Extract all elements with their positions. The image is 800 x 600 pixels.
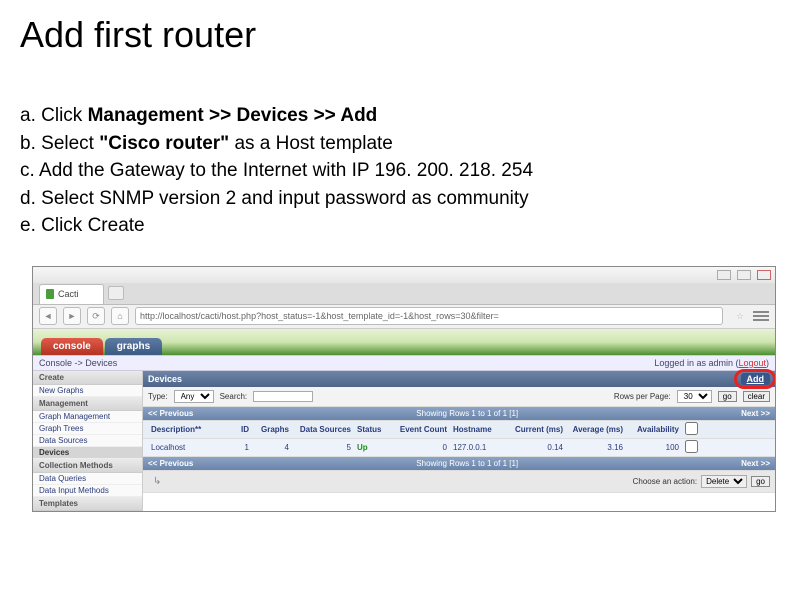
filter-search-label: Search: [220, 392, 248, 401]
bookmark-icon[interactable]: ☆ [733, 309, 747, 323]
filter-type-select[interactable]: Any [174, 390, 214, 403]
pager-next[interactable]: Next >> [741, 409, 770, 418]
col-event-count[interactable]: Event Count [394, 425, 450, 434]
browser-tabstrip: Cacti [33, 283, 775, 305]
breadcrumb-bar: Console -> Devices Logged in as admin (L… [33, 355, 775, 371]
new-tab-button[interactable] [108, 286, 124, 300]
cell-hostname: 127.0.0.1 [450, 443, 506, 452]
pager-prev-bottom[interactable]: << Previous [148, 459, 193, 468]
col-current[interactable]: Current (ms) [506, 425, 566, 434]
pager-top: << Previous Showing Rows 1 to 1 of 1 [1]… [143, 407, 775, 421]
reload-button[interactable]: ⟳ [87, 307, 105, 325]
panel-header: Devices Add [143, 371, 775, 387]
close-button[interactable] [757, 270, 771, 280]
main-panel: Devices Add Type: Any Search: Rows per P… [143, 371, 775, 511]
tab-console[interactable]: console [41, 338, 103, 355]
sidebar-header-collection: Collection Methods [33, 459, 142, 473]
pager-prev[interactable]: << Previous [148, 409, 193, 418]
sidebar-item-new-graphs[interactable]: New Graphs [33, 385, 142, 397]
window-titlebar [33, 267, 775, 283]
select-all-checkbox[interactable] [685, 422, 698, 435]
col-data-sources[interactable]: Data Sources [292, 425, 354, 434]
col-average[interactable]: Average (ms) [566, 425, 626, 434]
col-id[interactable]: ID [228, 425, 252, 434]
col-status[interactable]: Status [354, 425, 394, 434]
cell-current: 0.14 [506, 443, 566, 452]
browser-window: Cacti ◄ ► ⟳ ⌂ http://localhost/cacti/hos… [32, 266, 776, 512]
add-device-link[interactable]: Add [741, 373, 771, 385]
col-availability[interactable]: Availability [626, 425, 682, 434]
table-header: Description** ID Graphs Data Sources Sta… [143, 421, 775, 439]
sidebar-item-data-sources[interactable]: Data Sources [33, 435, 142, 447]
instruction-b: b. Select "Cisco router" as a Host templ… [20, 130, 780, 158]
breadcrumb: Console -> Devices [39, 358, 117, 368]
cell-event-count: 0 [394, 443, 450, 452]
action-label: Choose an action: [633, 477, 698, 486]
cell-data-sources: 5 [292, 443, 354, 452]
sidebar-header-templates: Templates [33, 497, 142, 511]
action-go-button[interactable]: go [751, 476, 770, 487]
instruction-a: a. Click Management >> Devices >> Add [20, 102, 780, 130]
cell-description: Localhost [148, 443, 228, 452]
cell-status: Up [354, 443, 394, 452]
sidebar-item-graph-trees[interactable]: Graph Trees [33, 423, 142, 435]
minimize-button[interactable] [717, 270, 731, 280]
pager-next-bottom[interactable]: Next >> [741, 459, 770, 468]
login-status: Logged in as admin (Logout) [654, 358, 769, 368]
back-button[interactable]: ◄ [39, 307, 57, 325]
col-description[interactable]: Description** [148, 425, 228, 434]
instruction-list: a. Click Management >> Devices >> Add b.… [20, 102, 780, 240]
pager-bottom: << Previous Showing Rows 1 to 1 of 1 [1]… [143, 457, 775, 471]
instruction-d: d. Select SNMP version 2 and input passw… [20, 185, 780, 213]
app-header: console graphs [33, 329, 775, 355]
row-checkbox[interactable] [685, 440, 698, 453]
col-hostname[interactable]: Hostname [450, 425, 506, 434]
cell-availability: 100 [626, 443, 682, 452]
url-bar: ◄ ► ⟳ ⌂ http://localhost/cacti/host.php?… [33, 305, 775, 329]
sidebar-item-graph-management[interactable]: Graph Management [33, 411, 142, 423]
filter-search-input[interactable] [253, 391, 313, 402]
cell-id: 1 [228, 443, 252, 452]
pager-status: Showing Rows 1 to 1 of 1 [1] [416, 409, 518, 418]
table-row[interactable]: Localhost 1 4 5 Up 0 127.0.0.1 0.14 3.16… [143, 439, 775, 457]
home-button[interactable]: ⌂ [111, 307, 129, 325]
url-input[interactable]: http://localhost/cacti/host.php?host_sta… [135, 307, 723, 325]
col-checkbox[interactable] [682, 422, 700, 437]
tab-graphs[interactable]: graphs [105, 338, 162, 355]
go-button[interactable]: go [718, 391, 737, 402]
sidebar-header-management: Management [33, 397, 142, 411]
browser-tab-label: Cacti [58, 289, 79, 299]
action-select[interactable]: Delete [701, 475, 747, 488]
maximize-button[interactable] [737, 270, 751, 280]
sidebar-item-data-input[interactable]: Data Input Methods [33, 485, 142, 497]
clear-button[interactable]: clear [743, 391, 770, 402]
sidebar-item-data-queries[interactable]: Data Queries [33, 473, 142, 485]
sidebar: Create New Graphs Management Graph Manag… [33, 371, 143, 511]
sidebar-header-create: Create [33, 371, 142, 385]
browser-tab-cacti[interactable]: Cacti [39, 284, 104, 304]
instruction-c: c. Add the Gateway to the Internet with … [20, 157, 780, 185]
hamburger-menu-icon[interactable] [753, 307, 769, 325]
logout-link[interactable]: Logout [738, 358, 766, 368]
expand-icon[interactable]: ↳ [148, 473, 166, 490]
filter-rows-select[interactable]: 30 [677, 390, 712, 403]
sidebar-item-devices[interactable]: Devices [33, 447, 142, 459]
cacti-icon [46, 289, 54, 299]
panel-title: Devices [148, 374, 182, 384]
instruction-e: e. Click Create [20, 212, 780, 240]
cell-average: 3.16 [566, 443, 626, 452]
slide-title: Add first router [20, 14, 780, 56]
forward-button[interactable]: ► [63, 307, 81, 325]
bulk-action-row: ↳ Choose an action: Delete go [143, 471, 775, 493]
filter-row: Type: Any Search: Rows per Page: 30 go c… [143, 387, 775, 407]
cell-graphs: 4 [252, 443, 292, 452]
filter-rows-label: Rows per Page: [614, 392, 671, 401]
filter-type-label: Type: [148, 392, 168, 401]
pager-status-bottom: Showing Rows 1 to 1 of 1 [1] [416, 459, 518, 468]
col-graphs[interactable]: Graphs [252, 425, 292, 434]
